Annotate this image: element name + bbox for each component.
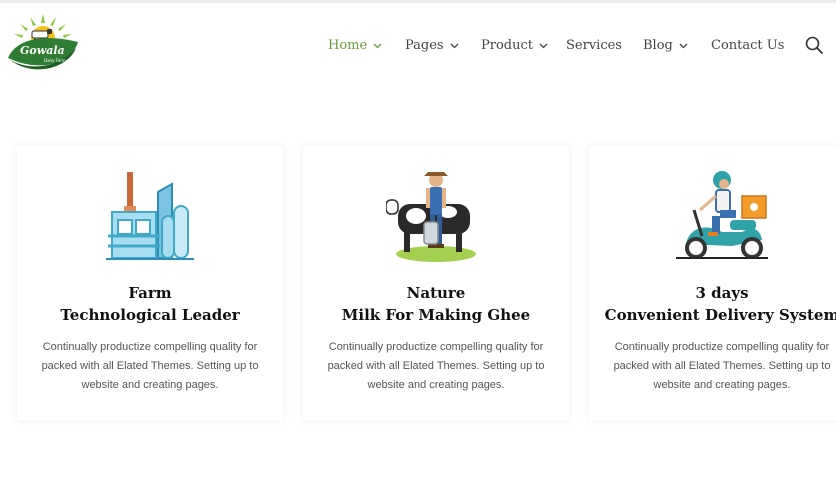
feature-card: Nature Milk For Making Ghee Continually … (303, 146, 569, 420)
feature-subtitle: Technological Leader (60, 306, 240, 324)
feature-card: 3 days Convenient Delivery System Contin… (589, 146, 836, 420)
nav-item-label: Blog (643, 37, 673, 53)
nav-item-contact-us[interactable]: Contact Us (711, 36, 784, 54)
feature-description: Continually productize compelling qualit… (41, 341, 259, 391)
chevron-down-icon (450, 43, 459, 48)
nav-item-label: Product (481, 37, 533, 53)
search-button[interactable] (804, 35, 824, 55)
feature-description: Continually productize compelling qualit… (327, 341, 545, 391)
farmer-cow-icon (386, 172, 476, 262)
feature-title: Nature (406, 284, 466, 302)
brand-tagline: Dairy Farm (44, 58, 66, 63)
delivery-scooter-icon (676, 171, 768, 259)
nav-item-pages[interactable]: Pages (405, 36, 459, 54)
chevron-down-icon (679, 43, 688, 48)
feature-subtitle: Convenient Delivery System (604, 306, 836, 324)
factory-illustration (17, 166, 283, 266)
brand-logo[interactable]: Gowala Dairy Farm (6, 14, 80, 76)
nav-item-services[interactable]: Services (566, 36, 622, 54)
factory-icon (106, 172, 194, 260)
nav-item-label: Home (328, 37, 368, 53)
search-icon (805, 36, 823, 54)
nav-item-home[interactable]: Home (328, 36, 382, 54)
feature-description: Continually productize compelling qualit… (613, 341, 831, 391)
farmer-illustration (303, 166, 569, 266)
nav-item-label: Pages (405, 37, 444, 53)
nav-item-blog[interactable]: Blog (643, 36, 688, 54)
feature-title: Farm (128, 284, 172, 302)
nav-item-label: Contact Us (711, 37, 785, 53)
chevron-down-icon (373, 43, 382, 48)
chevron-down-icon (539, 43, 548, 48)
feature-card: Farm Technological Leader Continually pr… (17, 146, 283, 420)
nav-item-label: Services (566, 37, 622, 53)
delivery-illustration (589, 166, 836, 266)
top-border (0, 0, 836, 3)
nav-item-product[interactable]: Product (481, 36, 548, 54)
feature-title: 3 days (695, 284, 749, 302)
brand-name: Gowala (20, 44, 65, 57)
feature-subtitle: Milk For Making Ghee (341, 306, 531, 324)
